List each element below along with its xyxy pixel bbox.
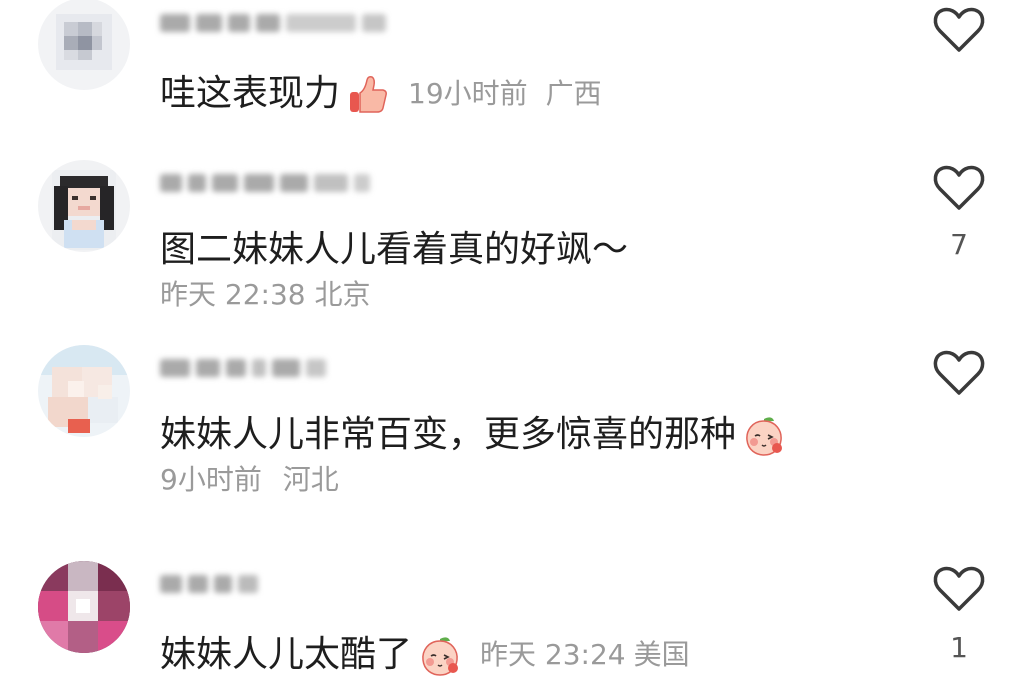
comment-time: 昨天 22:38 (160, 278, 306, 311)
comment-line: 哇这表现力 19小时前 广西 (160, 72, 602, 116)
like-button[interactable] (932, 6, 986, 54)
comment-text: 哇这表现力 (160, 73, 341, 114)
like-count: 1 (950, 631, 968, 664)
comment-item[interactable]: 哇这表现力 19小时前 广西 (0, 0, 1024, 140)
comment-meta: 昨天 22:38 北京 (160, 278, 371, 312)
avatar[interactable] (38, 561, 130, 653)
comment-location: 广西 (545, 77, 602, 110)
comment-text: 妹妹人儿太酷了 (160, 634, 413, 675)
comment-item[interactable]: 妹妹人儿非常百变，更多惊喜的那种 9小时前 河北 (0, 335, 1024, 525)
like-button[interactable] (932, 565, 986, 613)
peach-blush-emoji-icon (742, 413, 786, 457)
comment-time: 19小时前 (408, 77, 528, 110)
comment-location: 美国 (633, 638, 690, 671)
heart-outline-icon (933, 165, 985, 210)
like-count: 7 (950, 228, 968, 261)
username-blurred[interactable] (160, 8, 386, 38)
heart-outline-icon (933, 350, 985, 395)
username-blurred[interactable] (160, 353, 326, 383)
thumbs-up-emoji-icon (346, 72, 390, 116)
comment-item[interactable]: 图二妹妹人儿看着真的好飒～ 昨天 22:38 北京 7 (0, 150, 1024, 330)
comment-line: 图二妹妹人儿看着真的好飒～ (160, 230, 628, 270)
avatar[interactable] (38, 345, 130, 437)
comment-time: 9小时前 (160, 463, 262, 496)
peach-blush-emoji-icon (418, 633, 462, 677)
comment-meta: 9小时前 河北 (160, 463, 339, 497)
comment-location: 河北 (282, 463, 339, 496)
heart-outline-icon (933, 566, 985, 611)
comment-time: 昨天 23:24 (480, 638, 626, 671)
comment-line: 妹妹人儿太酷了 昨天 23:24 美国 (160, 633, 690, 677)
avatar[interactable] (38, 0, 130, 90)
comment-line: 妹妹人儿非常百变，更多惊喜的那种 (160, 413, 786, 457)
username-blurred[interactable] (160, 168, 370, 198)
comment-item[interactable]: 妹妹人儿太酷了 昨天 23:24 美国 1 (0, 555, 1024, 681)
comment-text: 图二妹妹人儿看着真的好飒～ (160, 229, 629, 270)
avatar[interactable] (38, 160, 130, 252)
like-button[interactable] (932, 164, 986, 212)
heart-outline-icon (933, 7, 985, 52)
like-button[interactable] (932, 349, 986, 397)
comment-text: 妹妹人儿非常百变，更多惊喜的那种 (160, 414, 737, 455)
username-blurred[interactable] (160, 569, 258, 599)
comment-location: 北京 (314, 278, 371, 311)
